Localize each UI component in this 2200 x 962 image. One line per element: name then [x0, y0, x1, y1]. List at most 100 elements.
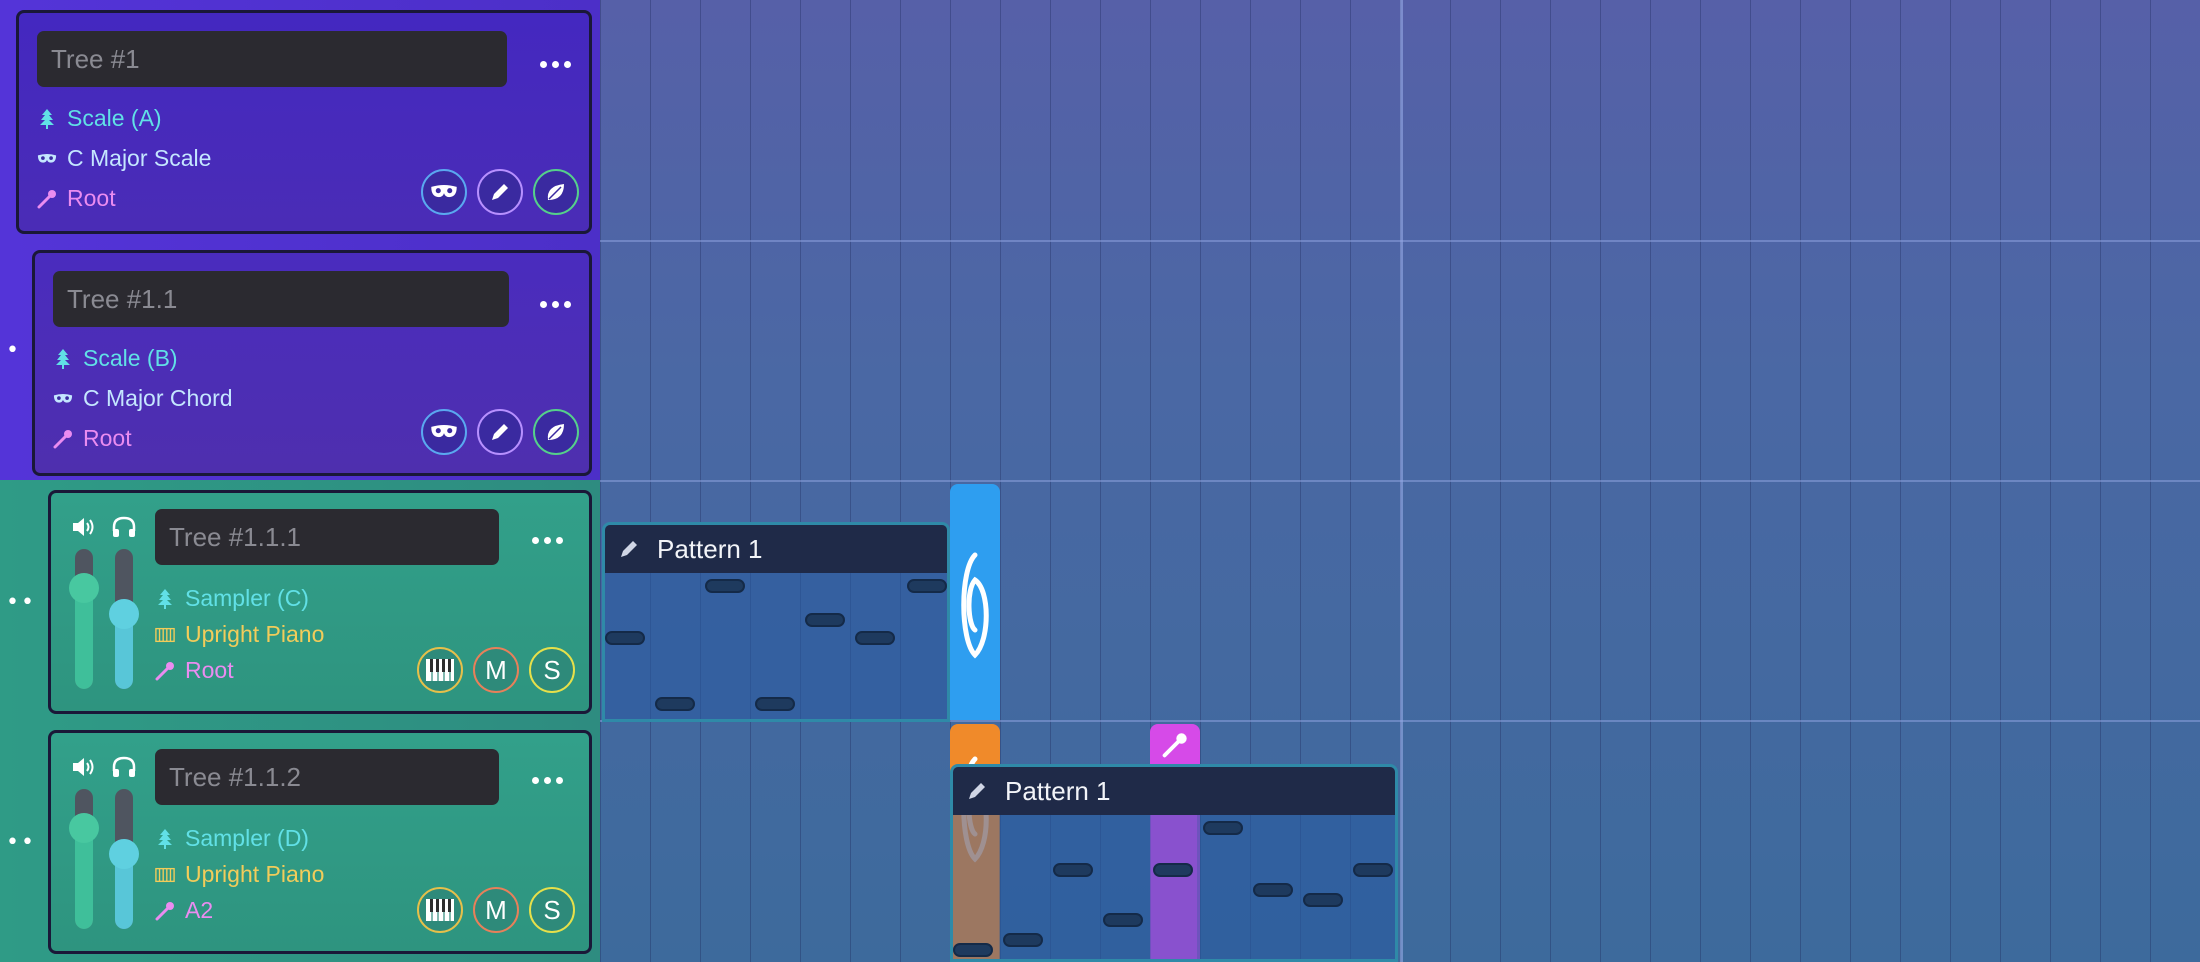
root-label: Root — [83, 425, 132, 451]
monitor-knob[interactable] — [109, 839, 139, 869]
volume-slider[interactable] — [69, 789, 99, 929]
tree-name-input[interactable] — [53, 271, 509, 327]
leaf-button[interactable] — [533, 169, 579, 215]
tree-name-input[interactable] — [37, 31, 507, 87]
depth-indicator: •• — [6, 590, 36, 615]
mask-icon — [53, 389, 73, 409]
orange-overlap — [953, 815, 999, 959]
solo-button[interactable]: S — [529, 647, 575, 693]
node-type-label: Sampler (D) — [185, 825, 309, 851]
pattern-header[interactable]: Pattern 1 — [605, 525, 947, 573]
note[interactable] — [605, 631, 645, 645]
pencil-icon — [492, 424, 508, 440]
track-row-4: •• Sampler (D) Upright Piano — [0, 720, 600, 962]
monitor-slider[interactable] — [109, 549, 139, 689]
pencil-icon[interactable] — [617, 537, 641, 561]
more-options-button[interactable] — [525, 525, 569, 555]
note[interactable] — [1153, 863, 1193, 877]
instrument-label: Upright Piano — [185, 621, 325, 647]
keyboard-button[interactable] — [417, 887, 463, 933]
more-options-button[interactable] — [533, 289, 577, 319]
node-type-label: Sampler (C) — [185, 585, 309, 611]
content-label: C Major Scale — [67, 145, 212, 171]
solo-label: S — [543, 894, 561, 925]
root-line: A2 — [155, 897, 213, 924]
content-line: C Major Chord — [53, 385, 233, 412]
leaf-button[interactable] — [533, 409, 579, 455]
pencil-icon — [492, 184, 508, 200]
microphone-icon — [37, 189, 57, 209]
keyboard-button[interactable] — [417, 647, 463, 693]
node-type-line: Scale (A) — [37, 105, 162, 132]
flow-marker-blue[interactable] — [950, 484, 1000, 720]
playhead-line — [1400, 0, 1403, 962]
mute-button[interactable]: M — [473, 647, 519, 693]
track-row-2: • Scale (B) C Major Chord Root — [0, 240, 600, 480]
note[interactable] — [1053, 863, 1093, 877]
note[interactable] — [1003, 933, 1043, 947]
pattern-clip[interactable]: Pattern 1 — [950, 764, 1398, 962]
pencil-icon[interactable] — [965, 779, 989, 803]
note[interactable] — [705, 579, 745, 593]
mask-button[interactable] — [421, 409, 467, 455]
node-type-line: Sampler (C) — [155, 585, 309, 612]
note[interactable] — [953, 943, 993, 957]
mask-icon — [431, 425, 457, 438]
content-label: C Major Chord — [83, 385, 233, 411]
tree-name-input[interactable] — [155, 749, 499, 805]
tree-card-3: Sampler (C) Upright Piano Root M S — [48, 490, 592, 714]
content-line: C Major Scale — [37, 145, 211, 172]
mute-label: M — [485, 654, 507, 685]
microphone-icon — [155, 901, 175, 921]
timeline-grid[interactable]: Pattern 1 Pattern 1 — [600, 0, 2200, 962]
volume-slider[interactable] — [69, 549, 99, 689]
pattern-header[interactable]: Pattern 1 — [953, 767, 1395, 815]
mask-button[interactable] — [421, 169, 467, 215]
microphone-icon — [53, 429, 73, 449]
note[interactable] — [855, 631, 895, 645]
node-type-line: Scale (B) — [53, 345, 178, 372]
piano-keys-icon — [426, 899, 454, 921]
volume-icon — [73, 518, 94, 536]
edit-button[interactable] — [477, 169, 523, 215]
root-label: Root — [185, 657, 234, 683]
more-options-button[interactable] — [525, 765, 569, 795]
tree-card-2: Scale (B) C Major Chord Root — [32, 250, 592, 476]
pattern-clip[interactable]: Pattern 1 — [602, 522, 950, 722]
note[interactable] — [1303, 893, 1343, 907]
mute-button[interactable]: M — [473, 887, 519, 933]
note[interactable] — [755, 697, 795, 711]
instrument-line: Upright Piano — [155, 861, 324, 888]
root-line: Root — [155, 657, 234, 684]
magenta-overlap — [1151, 815, 1197, 959]
note[interactable] — [655, 697, 695, 711]
headphones-icon — [112, 756, 136, 777]
note[interactable] — [1103, 913, 1143, 927]
spiral-icon — [961, 552, 989, 659]
monitor-slider[interactable] — [109, 789, 139, 929]
volume-knob[interactable] — [69, 573, 99, 603]
tree-card-4: Sampler (D) Upright Piano A2 M S — [48, 730, 592, 954]
volume-knob[interactable] — [69, 813, 99, 843]
note[interactable] — [1353, 863, 1393, 877]
volume-fill — [75, 589, 93, 689]
note[interactable] — [907, 579, 947, 593]
tree-name-input[interactable] — [155, 509, 499, 565]
instrument-label: Upright Piano — [185, 861, 325, 887]
piano-keys-icon — [426, 659, 454, 681]
node-type-label: Scale (A) — [67, 105, 162, 131]
note[interactable] — [1253, 883, 1293, 897]
root-label: Root — [67, 185, 116, 211]
track-row-3: •• Sampler (C) Upright Piano — [0, 480, 600, 720]
root-line: Root — [37, 185, 116, 212]
monitor-knob[interactable] — [109, 599, 139, 629]
note[interactable] — [805, 613, 845, 627]
more-options-button[interactable] — [533, 49, 577, 79]
solo-button[interactable]: S — [529, 887, 575, 933]
track-row-1: Scale (A) C Major Scale Root — [0, 0, 600, 240]
volume-fill — [75, 829, 93, 929]
note[interactable] — [1203, 821, 1243, 835]
edit-button[interactable] — [477, 409, 523, 455]
pattern-title: Pattern 1 — [657, 533, 763, 564]
microphone-icon — [155, 661, 175, 681]
